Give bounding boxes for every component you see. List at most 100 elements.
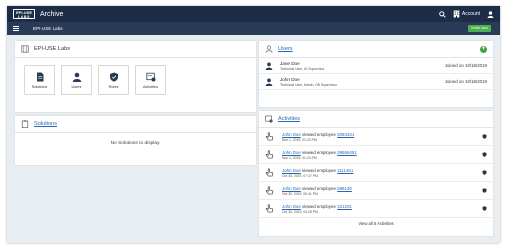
account-label[interactable]: Account bbox=[462, 11, 480, 17]
tile-label: Users bbox=[71, 84, 82, 89]
shield-icon bbox=[482, 188, 487, 193]
app-window: EPI-USE LABS Archive Account EPI-USE Lab… bbox=[7, 6, 500, 243]
shield-icon bbox=[482, 134, 487, 139]
user-icon bbox=[265, 62, 273, 70]
activity-employee-link[interactable]: 39566451 bbox=[337, 150, 357, 155]
user-name: John Doe bbox=[280, 76, 300, 82]
users-panel-header: Users + bbox=[259, 41, 493, 58]
users-panel: Users + Jane Doe Technical User, UI Supe… bbox=[259, 41, 493, 107]
activity-date: Oct 30, 2019, 04:28 PM bbox=[282, 209, 318, 214]
user-info: John Doe Technical User, Admin, DB Super… bbox=[280, 77, 445, 87]
solutions-empty-message: No Solutions to display. bbox=[110, 141, 161, 146]
clipboard-icon bbox=[21, 120, 29, 128]
activity-info: John Doe viewed employee 321201 Oct 30, … bbox=[282, 204, 482, 214]
user-row[interactable]: John Doe Technical User, Admin, DB Super… bbox=[259, 74, 493, 90]
activity-row: John Doe viewed employee 1111451 Oct 30,… bbox=[259, 164, 493, 182]
tile-users[interactable]: Users bbox=[61, 65, 92, 95]
tile-label: Solutions bbox=[31, 84, 48, 89]
activity-description: John Doe viewed employee 1111451 bbox=[282, 168, 482, 173]
activity-date: Nov 1, 2019, 01:23 PM bbox=[282, 137, 317, 142]
add-user-button[interactable]: + bbox=[480, 45, 487, 53]
activity-employee-link[interactable]: 2084431 bbox=[337, 132, 354, 137]
activities-panel-header: Activities bbox=[259, 111, 493, 128]
user-row[interactable]: Jane Doe Technical User, UI Supervisor J… bbox=[259, 58, 493, 74]
activity-row: John Doe viewed employee 39566451 Nov 1,… bbox=[259, 146, 493, 164]
activity-row: John Doe viewed employee 2084431 Nov 1, … bbox=[259, 128, 493, 146]
invite-user-button[interactable]: Invite user bbox=[468, 25, 491, 32]
building-icon bbox=[21, 45, 29, 53]
user-joined-date: Joined on 10/18/2019 bbox=[444, 79, 487, 84]
activity-date: Oct 30, 2019, 06:41 PM bbox=[282, 191, 318, 196]
top-bar: EPI-USE LABS Archive Account bbox=[7, 6, 500, 22]
activity-user-link[interactable]: John Doe bbox=[282, 204, 301, 209]
organization-panel-header: EPI-USE Labs bbox=[15, 41, 256, 58]
activity-description: John Doe viewed employee 39566451 bbox=[282, 150, 482, 155]
activity-date: Oct 30, 2019, 07:47 PM bbox=[282, 173, 318, 178]
pointer-hand-icon bbox=[265, 150, 274, 159]
solutions-title-link[interactable]: Solutions bbox=[34, 121, 57, 127]
activity-row: John Doe viewed employee 598130 Oct 30, … bbox=[259, 182, 493, 200]
activity-date: Nov 1, 2019, 01:23 PM bbox=[282, 155, 317, 160]
logo-text-bottom: LABS bbox=[17, 14, 31, 19]
document-icon bbox=[36, 72, 43, 81]
activity-action: viewed employee bbox=[300, 203, 338, 209]
activities-panel: Activities John Doe viewed employee 2084… bbox=[259, 111, 493, 236]
activity-user-link[interactable]: John Doe bbox=[282, 132, 301, 137]
activity-info: John Doe viewed employee 2084431 Nov 1, … bbox=[282, 132, 482, 142]
tile-label: Activities bbox=[143, 84, 158, 89]
building-icon[interactable] bbox=[453, 10, 460, 18]
activity-icon bbox=[265, 115, 273, 123]
shield-icon bbox=[482, 152, 487, 157]
user-icon bbox=[72, 72, 81, 82]
sub-bar: EPI-USE Labs Invite user bbox=[7, 22, 500, 35]
company-name[interactable]: EPI-USE Labs bbox=[33, 26, 63, 31]
user-name: Jane Doe bbox=[280, 60, 300, 66]
app-grid-icon[interactable] bbox=[13, 25, 19, 32]
organization-tiles: Solutions Users Roles Activities bbox=[15, 58, 256, 95]
activity-employee-link[interactable]: 1111451 bbox=[337, 168, 353, 173]
activity-action: viewed employee bbox=[300, 167, 338, 173]
organization-title: EPI-USE Labs bbox=[34, 46, 71, 52]
activity-action: viewed employee bbox=[300, 149, 338, 155]
user-roles: Technical User, UI Supervisor bbox=[280, 66, 325, 71]
activity-info: John Doe viewed employee 39566451 Nov 1,… bbox=[282, 150, 482, 160]
company-logo[interactable]: EPI-USE LABS bbox=[13, 9, 35, 19]
activity-description: John Doe viewed employee 321201 bbox=[282, 204, 482, 209]
activity-user-link[interactable]: John Doe bbox=[282, 186, 301, 191]
pointer-hand-icon bbox=[265, 168, 274, 177]
tile-solutions[interactable]: Solutions bbox=[24, 65, 55, 95]
user-roles: Technical User, Admin, DB Supervisor bbox=[280, 82, 338, 87]
pointer-hand-icon bbox=[265, 132, 274, 141]
activity-info: John Doe viewed employee 1111451 Oct 30,… bbox=[282, 168, 482, 178]
search-icon[interactable] bbox=[439, 10, 446, 18]
user-outline-icon bbox=[265, 45, 273, 53]
shield-icon bbox=[482, 206, 487, 211]
activity-action: viewed employee bbox=[300, 131, 338, 137]
activity-description: John Doe viewed employee 2084431 bbox=[282, 132, 482, 137]
shield-icon bbox=[109, 72, 118, 82]
activity-icon bbox=[145, 72, 155, 81]
account-user-icon[interactable] bbox=[487, 10, 494, 18]
tile-roles[interactable]: Roles bbox=[98, 65, 129, 95]
tile-activities[interactable]: Activities bbox=[135, 65, 166, 95]
pointer-hand-icon bbox=[265, 204, 274, 213]
activity-employee-link[interactable]: 598130 bbox=[337, 186, 352, 191]
activity-info: John Doe viewed employee 598130 Oct 30, … bbox=[282, 186, 482, 196]
user-joined-date: Joined on 10/18/2019 bbox=[444, 63, 487, 68]
user-icon bbox=[265, 78, 273, 86]
activity-employee-link[interactable]: 321201 bbox=[337, 204, 352, 209]
activity-description: John Doe viewed employee 598130 bbox=[282, 186, 482, 191]
view-all-activities-link[interactable]: View all 5 Activities bbox=[259, 218, 493, 226]
organization-panel: EPI-USE Labs Solutions Users Roles Activ… bbox=[15, 41, 256, 112]
solutions-panel: Solutions No Solutions to display. bbox=[15, 116, 256, 165]
activities-title-link[interactable]: Activities bbox=[278, 116, 300, 122]
user-info: Jane Doe Technical User, UI Supervisor bbox=[280, 61, 445, 71]
shield-icon bbox=[482, 170, 487, 175]
activity-row: John Doe viewed employee 321201 Oct 30, … bbox=[259, 200, 493, 218]
activity-action: viewed employee bbox=[300, 185, 338, 191]
solutions-panel-header: Solutions bbox=[15, 116, 256, 133]
logo-text-top: EPI-USE bbox=[15, 9, 32, 15]
activity-user-link[interactable]: John Doe bbox=[282, 150, 301, 155]
activity-user-link[interactable]: John Doe bbox=[282, 168, 301, 173]
users-title-link[interactable]: Users bbox=[278, 46, 293, 52]
